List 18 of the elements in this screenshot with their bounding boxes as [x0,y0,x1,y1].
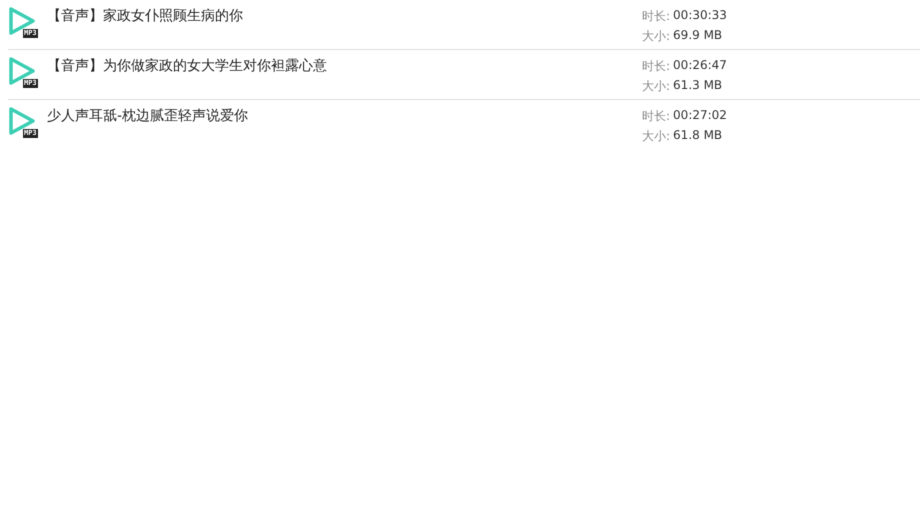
play-icon [8,56,36,86]
size-value: 61.8 MB [673,128,722,144]
size-label: 大小: [642,28,670,45]
size-label: 大小: [642,78,670,95]
size-value: 69.9 MB [673,28,722,44]
play-icon [8,6,36,36]
play-icon [8,106,36,136]
size-value: 61.3 MB [673,78,722,94]
duration-label: 时长: [642,58,670,75]
duration-label: 时长: [642,8,670,25]
size-label: 大小: [642,128,670,145]
duration-value: 00:26:47 [673,58,727,74]
duration-value: 00:27:02 [673,108,727,124]
file-title[interactable]: 【音声】为你做家政的女大学生对你袒露心意 [47,57,642,99]
duration-label: 时长: [642,108,670,125]
file-title[interactable]: 【音声】家政女仆照顾生病的你 [47,7,642,49]
file-title[interactable]: 少人声耳舐-枕边腻歪轻声说爱你 [47,107,642,149]
duration-value: 00:30:33 [673,8,727,24]
